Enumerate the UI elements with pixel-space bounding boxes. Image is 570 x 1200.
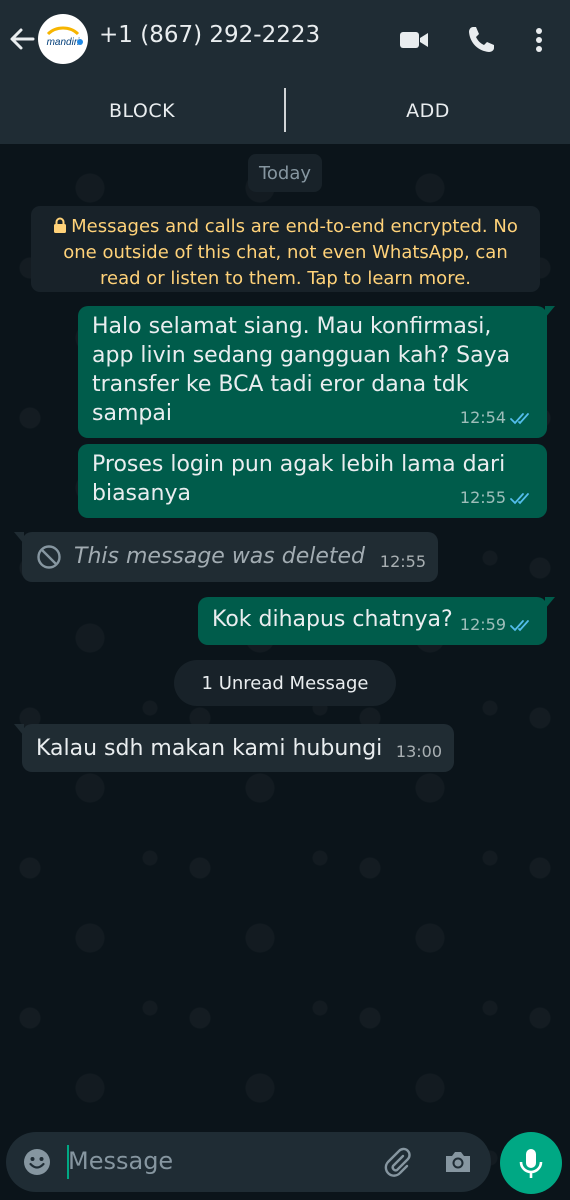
encryption-notice-text: Messages and calls are end-to-end encryp… — [63, 216, 518, 289]
encryption-notice[interactable]: Messages and calls are end-to-end encryp… — [31, 206, 540, 292]
message-bubble-incoming[interactable]: Kalau sdh makan kami hubungi 13:00 — [14, 724, 454, 772]
video-call-icon[interactable] — [398, 24, 430, 56]
chat-header: mandiri +1 (867) 292-2223 — [0, 0, 570, 78]
message-bubble-incoming-deleted[interactable]: This message was deleted 12:55 — [14, 532, 438, 582]
date-chip: Today — [248, 154, 322, 192]
message-time: 12:55 — [379, 552, 426, 571]
message-meta: 12:55 — [380, 547, 426, 576]
message-bubble-outgoing[interactable]: Proses login pun agak lebih lama dari bi… — [78, 444, 547, 518]
unread-messages-label: 1 Unread Message — [174, 660, 396, 706]
unknown-contact-actions: BLOCK ADD — [0, 78, 570, 144]
add-contact-button[interactable]: ADD — [286, 78, 570, 144]
message-time: 12:59 — [459, 615, 506, 634]
phone-call-icon[interactable] — [465, 24, 497, 56]
message-time: 12:55 — [459, 488, 506, 507]
voice-message-button[interactable] — [500, 1132, 562, 1194]
block-button[interactable]: BLOCK — [0, 78, 284, 144]
message-time: 12:54 — [459, 408, 506, 427]
microphone-icon — [519, 1149, 543, 1178]
more-options-icon[interactable] — [523, 24, 555, 56]
message-input[interactable]: Message — [68, 1147, 173, 1175]
message-text: Halo selamat siang. Mau konfirmasi, app … — [92, 314, 511, 426]
double-check-icon — [510, 619, 529, 631]
emoji-icon[interactable] — [22, 1147, 52, 1177]
contact-name[interactable]: +1 (867) 292-2223 — [99, 22, 320, 48]
message-text: This message was deleted — [74, 544, 366, 569]
back-arrow-icon[interactable] — [8, 24, 36, 54]
message-meta: 12:55 — [460, 483, 535, 512]
double-check-icon — [510, 412, 529, 424]
camera-icon[interactable] — [442, 1146, 474, 1178]
message-meta: 12:54 — [460, 403, 535, 432]
message-bubble-outgoing[interactable]: Halo selamat siang. Mau konfirmasi, app … — [78, 306, 555, 438]
message-bubble-outgoing[interactable]: Kok dihapus chatnya? 12:59 — [198, 597, 555, 645]
mandiri-logo: mandiri — [47, 26, 83, 48]
message-time: 13:00 — [395, 742, 442, 761]
deleted-message-icon — [37, 545, 61, 569]
message-meta: 13:00 — [396, 737, 442, 766]
double-check-icon — [510, 492, 529, 504]
message-text: Kalau sdh makan kami hubungi — [36, 736, 383, 761]
avatar-logo-text: mandiri — [47, 37, 81, 48]
message-composer: Message — [6, 1132, 491, 1192]
message-text: Proses login pun agak lebih lama dari bi… — [92, 452, 506, 506]
message-meta: 12:59 — [460, 610, 535, 639]
attach-icon[interactable] — [381, 1146, 413, 1178]
lock-icon — [54, 217, 67, 233]
avatar[interactable]: mandiri — [38, 14, 88, 64]
